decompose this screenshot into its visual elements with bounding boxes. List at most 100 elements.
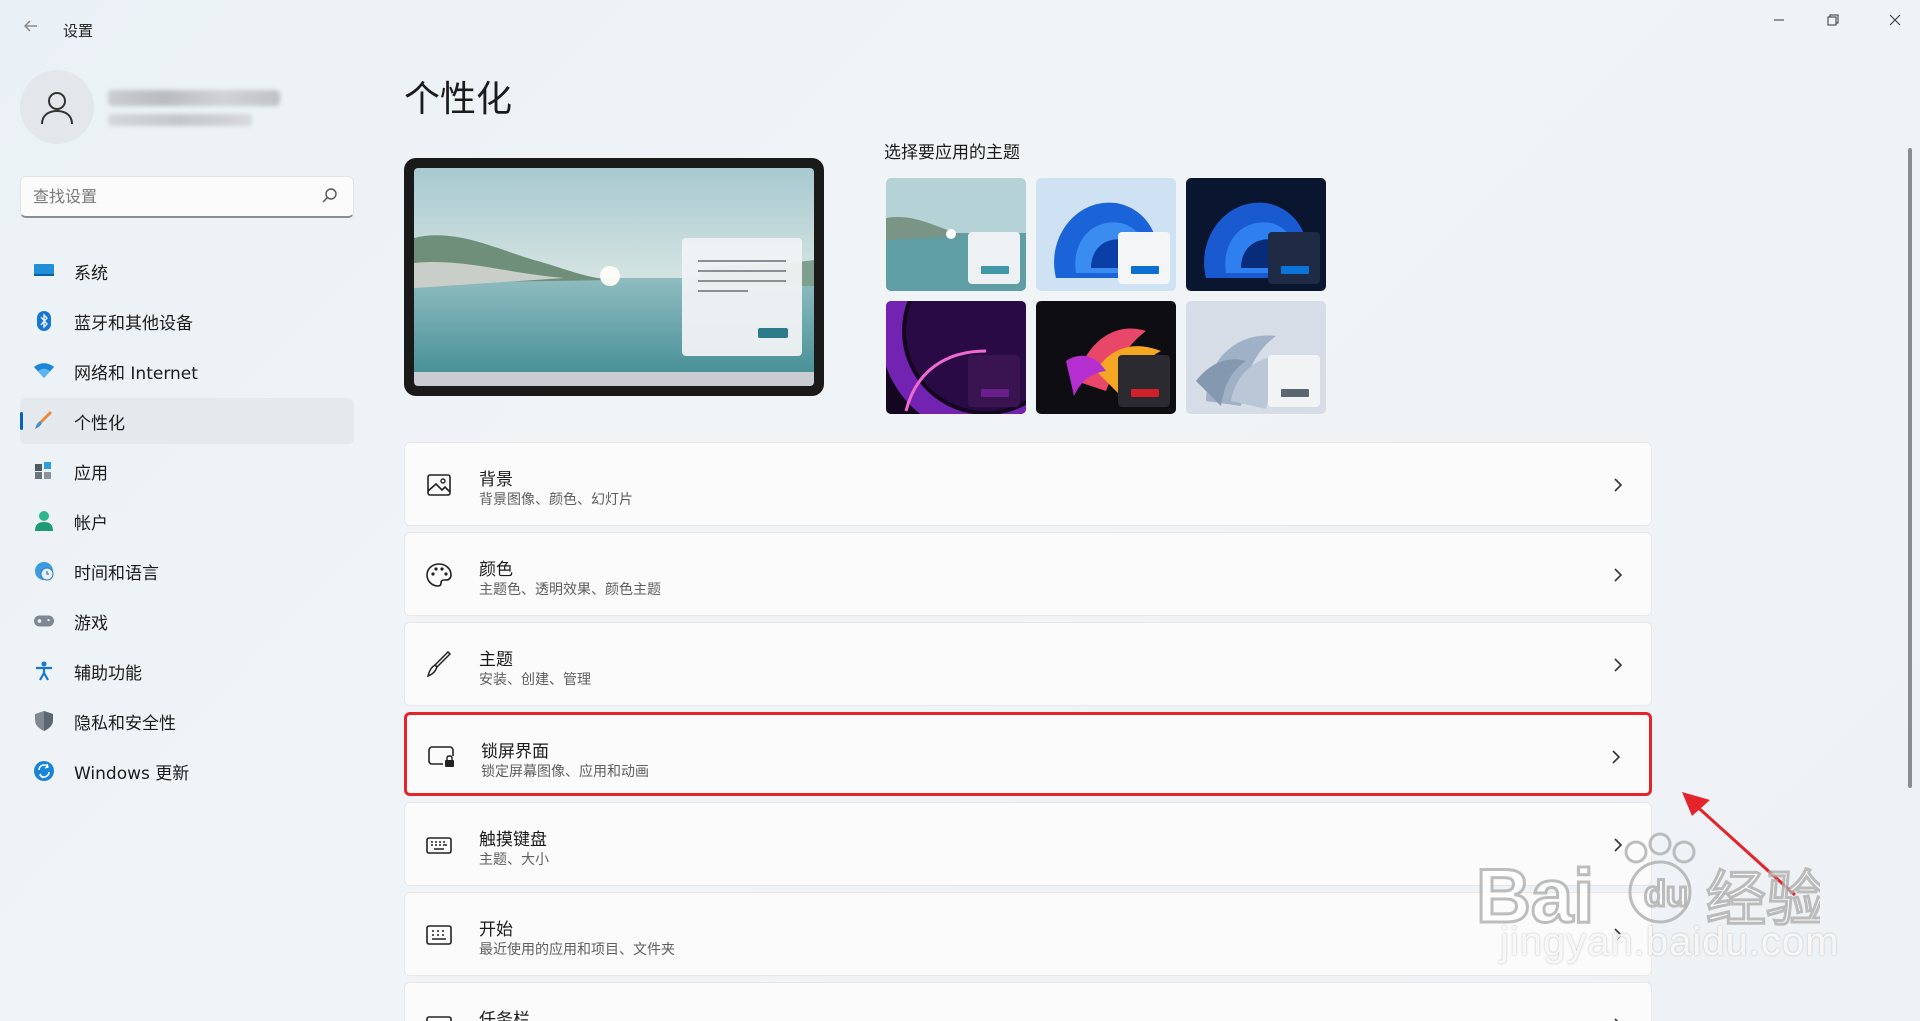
- search-input[interactable]: [21, 177, 311, 215]
- card-title: 背景: [479, 470, 513, 490]
- close-icon: [1889, 14, 1901, 26]
- chevron-right-icon: [1614, 568, 1623, 582]
- sidebar-item-accounts[interactable]: 帐户: [20, 498, 354, 544]
- chevron-right-icon: [1614, 658, 1623, 672]
- chevron-right-icon: [1614, 1018, 1619, 1021]
- page-title: 个性化: [404, 79, 513, 120]
- back-button[interactable]: [18, 16, 44, 42]
- theme-bloom-dark[interactable]: [1186, 178, 1326, 291]
- restore-button[interactable]: [1810, 8, 1856, 34]
- sidebar-item-bluetooth[interactable]: 蓝牙和其他设备: [20, 298, 354, 344]
- card-lock-screen[interactable]: 锁屏界面 锁定屏幕图像、应用和动画: [404, 712, 1652, 796]
- user-name-redacted: [108, 90, 280, 106]
- preview-window: [682, 238, 802, 356]
- theme-mini-window: [1118, 355, 1170, 407]
- sidebar-nav: 系统 蓝牙和其他设备 网络和 Internet 个性化 应用 帐户 时间和语言 …: [20, 248, 354, 798]
- sidebar-item-accessibility[interactable]: 辅助功能: [20, 648, 354, 694]
- sidebar-item-label: 蓝牙和其他设备: [74, 313, 193, 334]
- card-background[interactable]: 背景 背景图像、颜色、幻灯片: [404, 442, 1652, 526]
- theme-mini-window: [968, 232, 1020, 284]
- search-icon: [322, 188, 337, 203]
- sidebar-item-label: 游戏: [74, 613, 108, 634]
- card-subtitle: 安装、创建、管理: [479, 672, 591, 688]
- theme-captured-motion[interactable]: [1036, 301, 1176, 414]
- themes-label: 选择要应用的主题: [884, 143, 1020, 163]
- arrow-left-icon: [23, 20, 37, 32]
- theme-bloom-light[interactable]: [1036, 178, 1176, 291]
- theme-lake[interactable]: [886, 178, 1026, 291]
- wifi-icon: [34, 361, 54, 381]
- app-title: 设置: [63, 22, 94, 40]
- card-subtitle: 锁定屏幕图像、应用和动画: [481, 764, 649, 780]
- theme-preview: [404, 158, 824, 396]
- sidebar-item-label: 网络和 Internet: [74, 363, 198, 384]
- card-title: 主题: [479, 650, 513, 670]
- sidebar-item-label: 应用: [74, 463, 108, 484]
- theme-accent-swatch: [1131, 389, 1159, 397]
- shield-icon: [34, 711, 54, 731]
- scrollbar[interactable]: [1908, 148, 1912, 788]
- image-icon: [427, 474, 451, 496]
- theme-mini-window: [968, 355, 1020, 407]
- gamepad-icon: [34, 611, 54, 631]
- sidebar-item-system[interactable]: 系统: [20, 248, 354, 294]
- preview-screen: [414, 168, 814, 386]
- lock-screen-icon: [428, 746, 454, 767]
- settings-list: 背景 背景图像、颜色、幻灯片 颜色 主题色、透明效果、颜色主题 主题 安装、创建…: [404, 442, 1652, 1021]
- card-touch-keyboard[interactable]: 触摸键盘 主题、大小: [404, 802, 1652, 886]
- sidebar-item-label: 辅助功能: [74, 663, 142, 684]
- globe-clock-icon: [34, 561, 54, 581]
- theme-accent-swatch: [1281, 266, 1309, 274]
- sidebar-item-label: 隐私和安全性: [74, 713, 176, 734]
- minimize-button[interactable]: [1756, 8, 1802, 34]
- brush-icon: [34, 411, 54, 431]
- sidebar-item-label: 帐户: [74, 513, 108, 534]
- card-colors[interactable]: 颜色 主题色、透明效果、颜色主题: [404, 532, 1652, 616]
- minimize-icon: [1774, 19, 1784, 21]
- restore-icon: [1827, 14, 1839, 26]
- update-icon: [34, 761, 54, 781]
- watermark-text: jingyan.baidu.com: [1500, 920, 1840, 964]
- accessibility-icon: [34, 661, 54, 681]
- sidebar-item-label: Windows 更新: [74, 763, 190, 784]
- sidebar-item-time-language[interactable]: 时间和语言: [20, 548, 354, 594]
- taskbar-icon: [426, 1016, 452, 1021]
- user-email-redacted: [108, 114, 252, 126]
- sidebar-item-privacy[interactable]: 隐私和安全性: [20, 698, 354, 744]
- card-themes[interactable]: 主题 安装、创建、管理: [404, 622, 1652, 706]
- sidebar-item-network[interactable]: 网络和 Internet: [20, 348, 354, 394]
- sidebar-item-label: 系统: [74, 263, 108, 284]
- theme-glow[interactable]: [886, 301, 1026, 414]
- theme-mini-window: [1118, 232, 1170, 284]
- card-subtitle: 主题色、透明效果、颜色主题: [479, 582, 661, 598]
- avatar[interactable]: [20, 70, 94, 144]
- card-taskbar[interactable]: 任务栏: [404, 982, 1652, 1021]
- card-title: 开始: [479, 920, 513, 940]
- sidebar-item-gaming[interactable]: 游戏: [20, 598, 354, 644]
- close-button[interactable]: [1872, 8, 1918, 34]
- bluetooth-icon: [34, 311, 54, 331]
- person-icon: [34, 511, 54, 531]
- monitor-icon: [34, 261, 54, 281]
- card-subtitle: 最近使用的应用和项目、文件夹: [479, 942, 675, 958]
- keyboard-icon: [426, 837, 452, 854]
- theme-mini-window: [1268, 355, 1320, 407]
- sidebar-item-personalization[interactable]: 个性化: [20, 398, 354, 444]
- svg-text:du: du: [1644, 873, 1688, 914]
- search-box[interactable]: [20, 176, 354, 218]
- sidebar-item-windows-update[interactable]: Windows 更新: [20, 748, 354, 794]
- apps-icon: [34, 461, 54, 481]
- theme-mini-window: [1268, 232, 1320, 284]
- card-title: 任务栏: [479, 1010, 530, 1021]
- theme-accent-swatch: [981, 266, 1009, 274]
- theme-accent-swatch: [1131, 266, 1159, 274]
- theme-flow[interactable]: [1186, 301, 1326, 414]
- theme-accent-swatch: [1281, 389, 1309, 397]
- card-title: 触摸键盘: [479, 830, 547, 850]
- sidebar-item-apps[interactable]: 应用: [20, 448, 354, 494]
- chevron-right-icon: [1612, 750, 1621, 764]
- person-icon: [41, 92, 73, 125]
- start-icon: [426, 925, 452, 945]
- card-start[interactable]: 开始 最近使用的应用和项目、文件夹: [404, 892, 1652, 976]
- palette-icon: [426, 563, 452, 587]
